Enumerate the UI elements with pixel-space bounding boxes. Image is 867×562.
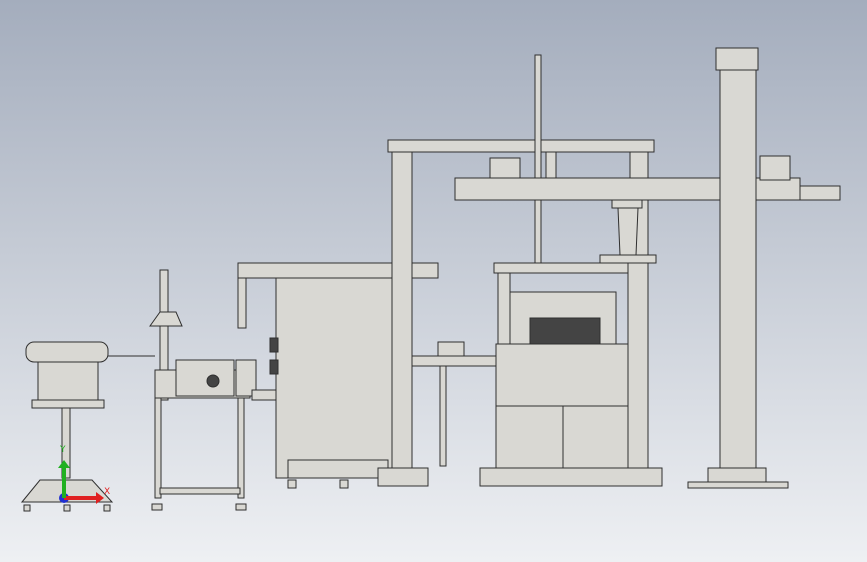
- assembly-station[interactable]: [479, 262, 663, 487]
- y-axis-label: Y: [59, 445, 66, 455]
- cad-viewport[interactable]: X Y: [0, 0, 867, 562]
- x-axis-label: X: [104, 487, 110, 497]
